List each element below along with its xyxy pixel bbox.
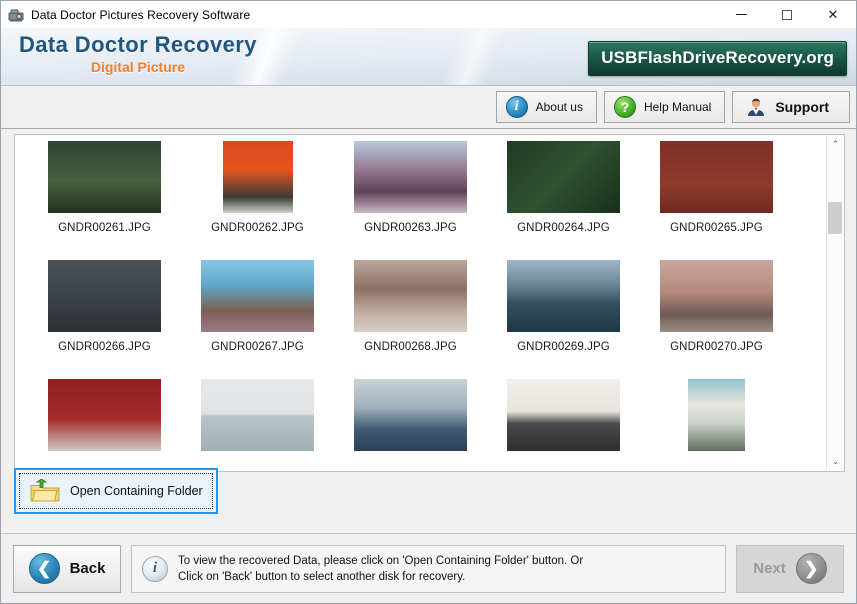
maximize-button[interactable] [764, 1, 810, 28]
window-title: Data Doctor Pictures Recovery Software [31, 7, 251, 22]
thumbnail-item[interactable] [181, 379, 334, 451]
support-label: Support [775, 99, 829, 115]
folder-upload-icon [30, 478, 60, 503]
window-controls: ✕ [718, 1, 856, 28]
thumbnail-filename: GNDR00270.JPG [670, 341, 763, 353]
footer-bar: ❮ Back i To view the recovered Data, ple… [1, 533, 856, 603]
thumbnail-filename: GNDR00269.JPG [517, 341, 610, 353]
thumbnail-image[interactable] [201, 379, 314, 451]
thumbnail-grid[interactable]: GNDR00261.JPG GNDR00262.JPG GNDR00263.JPG G… [16, 136, 822, 470]
header-banner: Data Doctor Recovery Digital Picture USB… [1, 28, 856, 86]
about-us-button[interactable]: i About us [495, 91, 597, 123]
thumbnail-row [16, 379, 822, 451]
thumbnail-item[interactable]: GNDR00268.JPG [334, 260, 487, 353]
chevron-right-circle-icon: ❯ [795, 553, 827, 584]
thumbnail-image[interactable] [354, 260, 467, 332]
open-containing-folder-button[interactable]: Open Containing Folder [19, 473, 213, 509]
thumbnail-item[interactable]: GNDR00267.JPG [181, 260, 334, 353]
thumbnail-item[interactable]: GNDR00262.JPG [181, 141, 334, 234]
close-button[interactable]: ✕ [810, 1, 856, 28]
thumbnail-image[interactable] [222, 141, 293, 213]
back-label: Back [69, 560, 106, 577]
thumbnail-filename: GNDR00267.JPG [211, 341, 304, 353]
info-icon: i [142, 555, 168, 582]
thumbnail-row: GNDR00266.JPG GNDR00267.JPG GNDR00268.JPG G… [16, 260, 822, 353]
support-agent-icon [745, 96, 767, 118]
thumbnail-filename: GNDR00266.JPG [58, 341, 151, 353]
open-containing-folder-focus-ring: Open Containing Folder [14, 468, 218, 514]
thumbnail-filename: GNDR00262.JPG [211, 222, 304, 234]
next-button[interactable]: Next ❯ [736, 544, 844, 593]
help-manual-label: Help Manual [643, 100, 712, 114]
thumbnail-image[interactable] [507, 379, 620, 451]
thumbnail-image[interactable] [688, 379, 745, 451]
toolbar: i About us ? Help Manual Support [1, 86, 856, 129]
status-text: To view the recovered Data, please click… [178, 553, 583, 585]
thumbnail-item[interactable]: GNDR00263.JPG [334, 141, 487, 234]
help-manual-button[interactable]: ? Help Manual [603, 91, 726, 123]
chevron-left-circle-icon: ❮ [28, 553, 60, 584]
thumbnail-image[interactable] [201, 260, 314, 332]
thumbnail-image[interactable] [48, 379, 161, 451]
thumbnail-filename: GNDR00263.JPG [364, 222, 457, 234]
scroll-down-arrow[interactable]: ⌄ [827, 453, 844, 470]
thumbnail-image[interactable] [660, 260, 773, 332]
support-button[interactable]: Support [732, 91, 850, 123]
status-line-2: Click on 'Back' button to select another… [178, 570, 466, 583]
thumbnail-image[interactable] [660, 141, 773, 213]
status-message-box: i To view the recovered Data, please cli… [131, 544, 726, 593]
thumbnail-item[interactable] [334, 379, 487, 451]
logo-primary-text: Data Doctor Recovery [19, 32, 257, 57]
thumbnail-item[interactable]: GNDR00270.JPG [640, 260, 793, 353]
minimize-button[interactable] [718, 1, 764, 28]
app-logo: Data Doctor Recovery Digital Picture [19, 32, 257, 76]
thumbnail-item[interactable] [640, 379, 793, 451]
thumbnail-filename: GNDR00265.JPG [670, 222, 763, 234]
thumbnail-image[interactable] [48, 260, 161, 332]
scroll-up-arrow[interactable]: ⌃ [827, 136, 844, 153]
thumbnail-item[interactable] [28, 379, 181, 451]
thumbnail-filename: GNDR00268.JPG [364, 341, 457, 353]
recovered-files-panel: GNDR00261.JPG GNDR00262.JPG GNDR00263.JPG G… [14, 134, 845, 472]
thumbnail-item[interactable]: GNDR00264.JPG [487, 141, 640, 234]
status-line-1: To view the recovered Data, please click… [178, 554, 584, 567]
application-window: Data Doctor Pictures Recovery Software ✕… [0, 0, 857, 604]
scrollbar-thumb[interactable] [828, 202, 842, 234]
thumbnail-item[interactable]: GNDR00261.JPG [28, 141, 181, 234]
website-badge[interactable]: USBFlashDriveRecovery.org [588, 41, 847, 76]
open-containing-folder-label: Open Containing Folder [70, 484, 203, 498]
thumbnail-filename: GNDR00264.JPG [517, 222, 610, 234]
thumbnail-row: GNDR00261.JPG GNDR00262.JPG GNDR00263.JPG G… [16, 141, 822, 234]
thumbnail-image[interactable] [48, 141, 161, 213]
question-icon: ? [613, 96, 636, 118]
thumbnail-image[interactable] [354, 379, 467, 451]
title-bar: Data Doctor Pictures Recovery Software ✕ [1, 1, 856, 28]
thumbnail-item[interactable] [487, 379, 640, 451]
vertical-scrollbar[interactable]: ⌃ ⌄ [826, 136, 844, 470]
thumbnail-item[interactable]: GNDR00265.JPG [640, 141, 793, 234]
thumbnail-image[interactable] [507, 141, 620, 213]
thumbnail-item[interactable]: GNDR00266.JPG [28, 260, 181, 353]
thumbnail-image[interactable] [507, 260, 620, 332]
about-us-label: About us [535, 100, 583, 114]
back-button[interactable]: ❮ Back [13, 544, 121, 593]
camera-scanner-icon [8, 7, 24, 23]
thumbnail-item[interactable]: GNDR00269.JPG [487, 260, 640, 353]
thumbnail-image[interactable] [354, 141, 467, 213]
next-label: Next [753, 560, 786, 577]
logo-secondary-text: Digital Picture [90, 59, 185, 75]
info-icon: i [505, 96, 528, 118]
thumbnail-filename: GNDR00261.JPG [58, 222, 151, 234]
